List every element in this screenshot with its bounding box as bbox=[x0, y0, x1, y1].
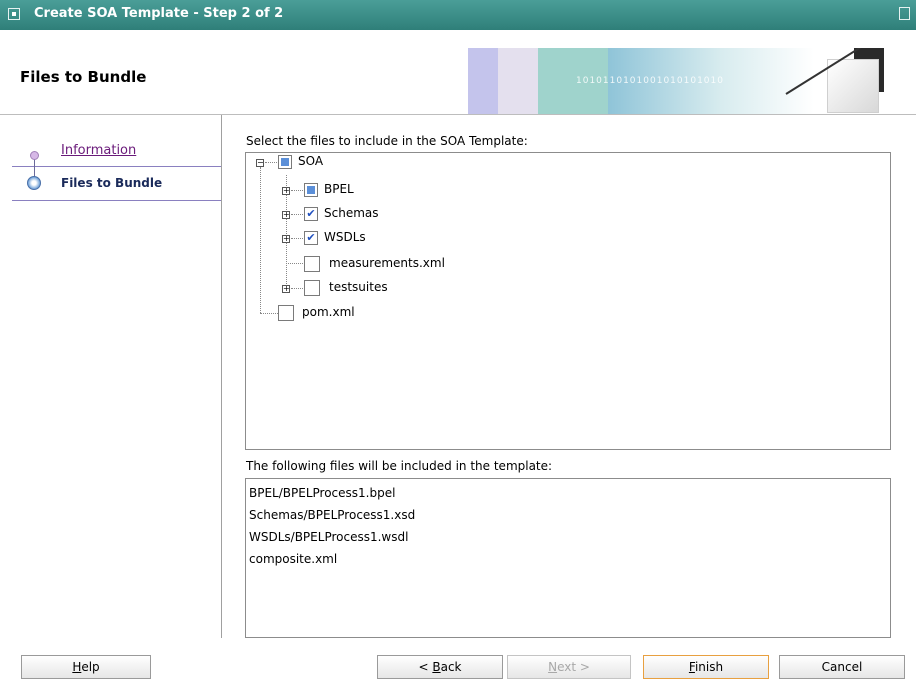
expand-icon[interactable]: + bbox=[282, 187, 290, 195]
list-item: BPEL/BPELProcess1.bpel bbox=[249, 486, 396, 500]
finish-button[interactable]: Finish bbox=[643, 655, 769, 679]
expand-icon[interactable]: + bbox=[282, 235, 290, 243]
window-menu-icon[interactable] bbox=[8, 8, 20, 20]
next-button[interactable]: Next > bbox=[507, 655, 631, 679]
list-item: Schemas/BPELProcess1.xsd bbox=[249, 508, 416, 522]
cancel-button[interactable]: Cancel bbox=[779, 655, 905, 679]
window-title: Create SOA Template - Step 2 of 2 bbox=[34, 6, 284, 21]
tree-node-wsdls[interactable]: + ✔ WSDLs bbox=[246, 229, 546, 247]
tree-checkbox-pom[interactable] bbox=[278, 305, 294, 321]
maximize-icon[interactable] bbox=[899, 7, 910, 20]
tree-label-schemas: Schemas bbox=[324, 206, 379, 220]
tree-checkbox-testsuites[interactable] bbox=[304, 280, 320, 296]
tree-checkbox-schemas[interactable]: ✔ bbox=[304, 207, 318, 221]
wizard-navigation: Information Files to Bundle bbox=[0, 115, 222, 638]
nav-item-information[interactable]: Information bbox=[61, 143, 136, 158]
nav-divider bbox=[12, 166, 221, 167]
tree-label-wsdls: WSDLs bbox=[324, 230, 366, 244]
tree-label-measurements: measurements.xml bbox=[329, 256, 445, 270]
title-bar: Create SOA Template - Step 2 of 2 bbox=[0, 0, 916, 30]
tree-node-pom[interactable]: pom.xml bbox=[246, 304, 546, 322]
back-button[interactable]: < Back bbox=[377, 655, 503, 679]
included-files-label: The following files will be included in … bbox=[246, 459, 553, 473]
tree-node-measurements[interactable]: measurements.xml bbox=[246, 255, 546, 273]
tree-node-schemas[interactable]: + ✔ Schemas bbox=[246, 205, 546, 223]
tree-label-testsuites: testsuites bbox=[329, 280, 388, 294]
help-button[interactable]: Help bbox=[21, 655, 151, 679]
list-item: WSDLs/BPELProcess1.wsdl bbox=[249, 530, 409, 544]
expand-icon[interactable]: + bbox=[282, 211, 290, 219]
banner-digits: 1010110101001010101010 bbox=[576, 76, 724, 86]
step-current-icon bbox=[27, 176, 41, 190]
tree-label-soa: SOA bbox=[298, 154, 324, 168]
page-title: Files to Bundle bbox=[20, 68, 147, 86]
included-files-list[interactable]: BPEL/BPELProcess1.bpel Schemas/BPELProce… bbox=[245, 478, 891, 638]
tree-node-testsuites[interactable]: + testsuites bbox=[246, 279, 546, 297]
nav-divider bbox=[12, 200, 221, 201]
collapse-icon[interactable]: − bbox=[256, 159, 264, 167]
tree-label-pom: pom.xml bbox=[302, 305, 355, 319]
file-tree[interactable]: − SOA + BPEL + ✔ Schemas + ✔ WSDLs measu… bbox=[245, 152, 891, 450]
tree-checkbox-bpel[interactable] bbox=[304, 183, 318, 197]
list-item: composite.xml bbox=[249, 552, 338, 566]
tree-node-bpel[interactable]: + BPEL bbox=[246, 181, 546, 199]
select-files-label: Select the files to include in the SOA T… bbox=[246, 134, 528, 148]
tree-checkbox-measurements[interactable] bbox=[304, 256, 320, 272]
banner-graphic: 1010110101001010101010 bbox=[468, 48, 914, 114]
tree-node-soa[interactable]: − SOA bbox=[246, 153, 546, 171]
nav-item-files-to-bundle: Files to Bundle bbox=[61, 176, 163, 190]
tree-checkbox-wsdls[interactable]: ✔ bbox=[304, 231, 318, 245]
expand-icon[interactable]: + bbox=[282, 285, 290, 293]
tree-label-bpel: BPEL bbox=[324, 182, 354, 196]
step-visited-icon bbox=[30, 151, 39, 160]
tree-checkbox-soa[interactable] bbox=[278, 155, 292, 169]
wizard-header: Files to Bundle 1010110101001010101010 bbox=[0, 30, 916, 114]
